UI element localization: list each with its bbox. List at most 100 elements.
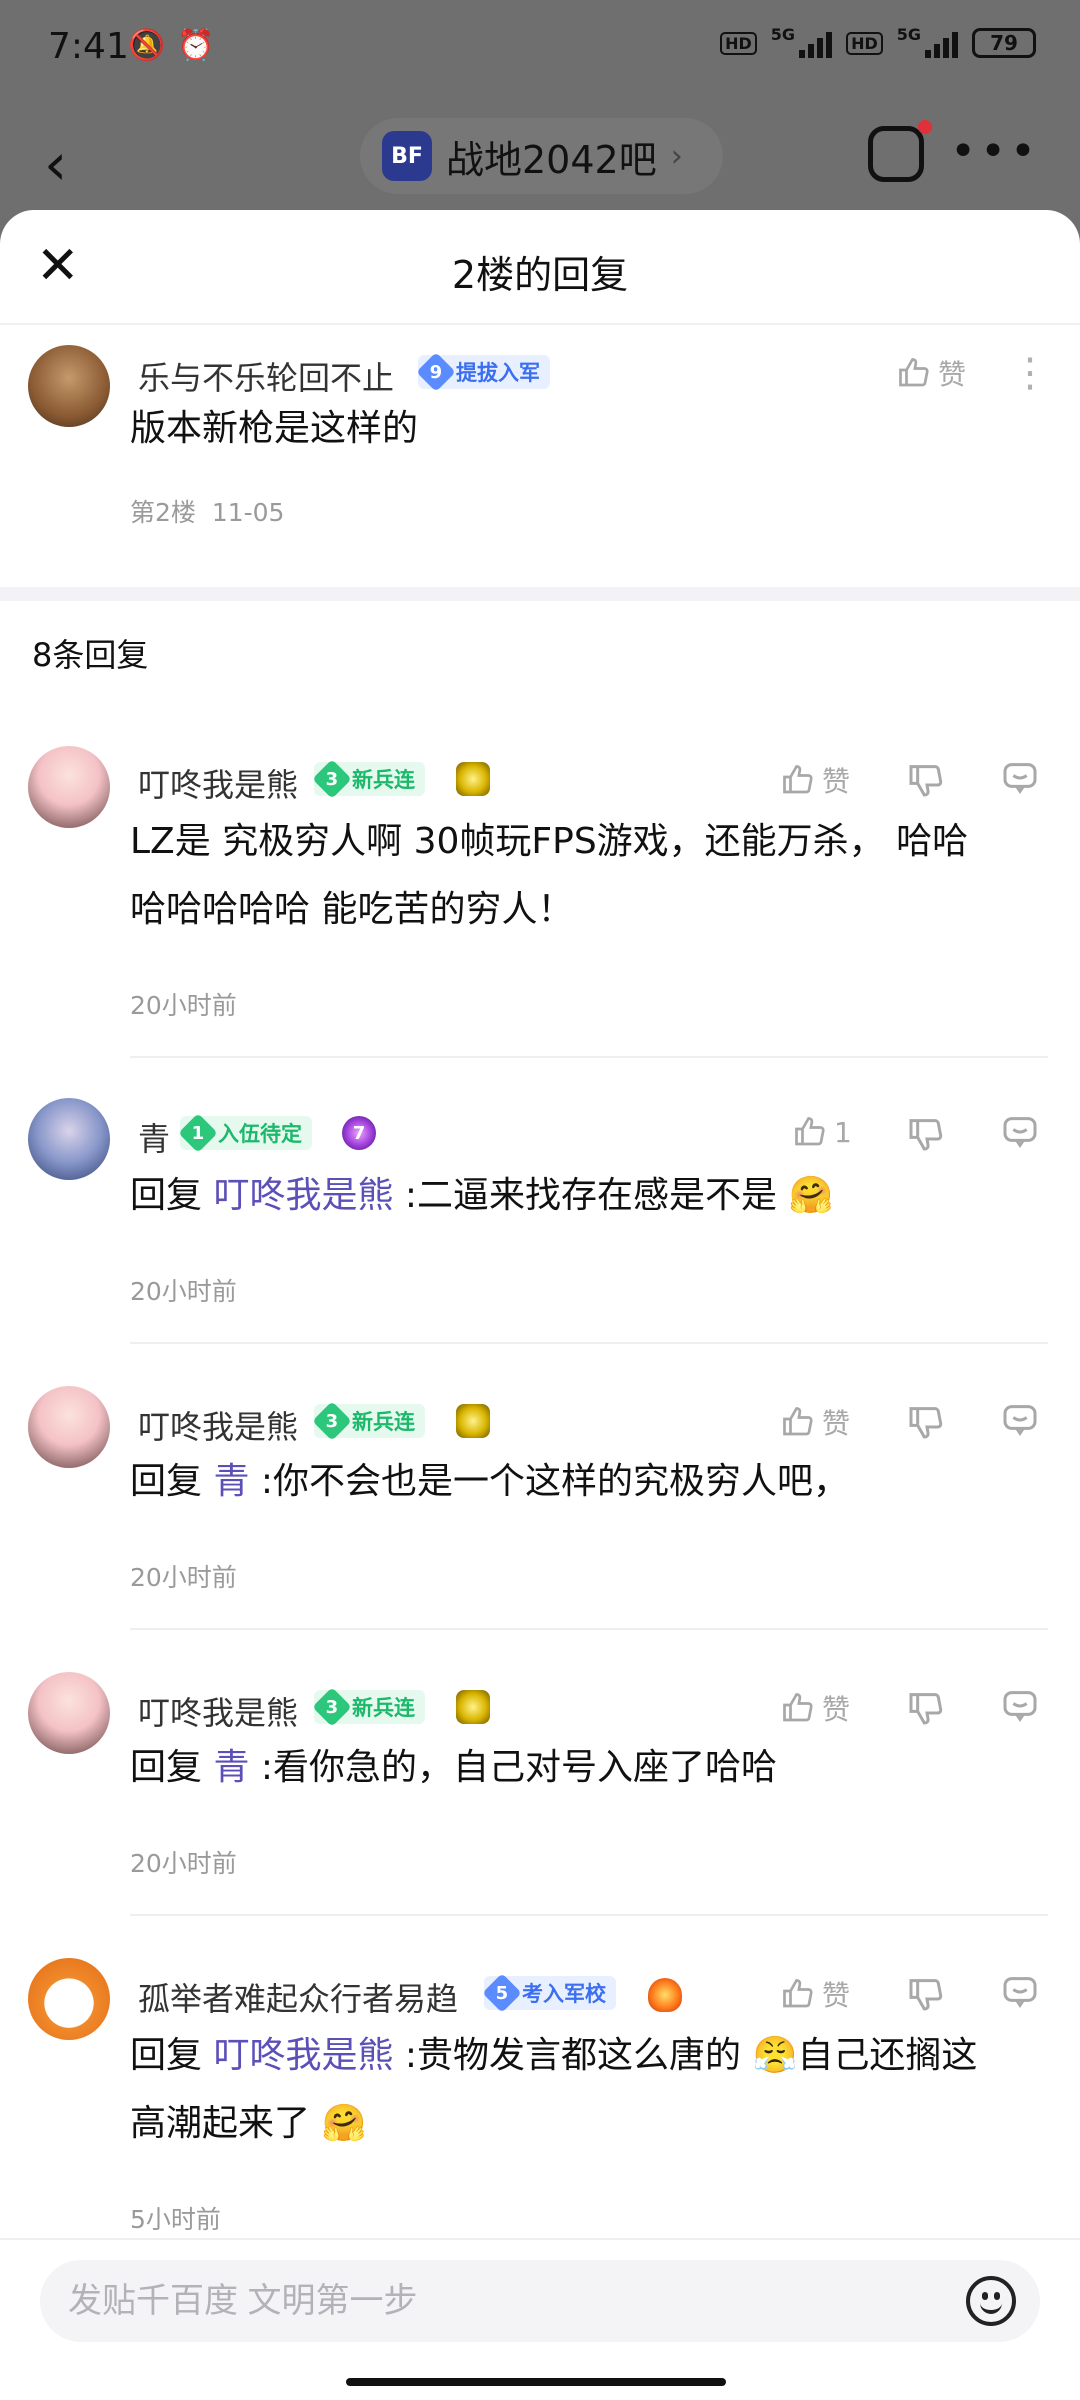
- level-badge-title: 提拔入军: [456, 361, 540, 385]
- original-post: 乐与不乐轮回不止 9 提拔入军 赞 ⋮ 版本新枪是这样的 第2楼 11-05: [0, 325, 1080, 587]
- like-button[interactable]: 赞: [780, 1688, 850, 1728]
- comment-icon[interactable]: [1000, 1112, 1040, 1152]
- avatar[interactable]: [28, 1958, 110, 2040]
- medal-icon: [456, 1690, 490, 1724]
- signal-icon-2: [925, 28, 958, 58]
- sheet-title: 2楼的回复: [451, 253, 629, 297]
- floor-number: 第2楼: [130, 498, 196, 527]
- like-button[interactable]: 赞: [896, 353, 966, 393]
- thumbs-down-icon[interactable]: [906, 1974, 946, 2014]
- reply-content-line-1: 回复 叮咚我是熊 :贵物发言都这么唐的 😤自己还搁这: [130, 2035, 978, 2076]
- level-badge: 5 考入军校: [482, 1973, 616, 2013]
- avatar[interactable]: [28, 1386, 110, 1468]
- avatar[interactable]: [28, 746, 110, 828]
- comment-icon[interactable]: [1000, 1400, 1040, 1440]
- home-indicator: [346, 2378, 726, 2386]
- divider: [130, 1342, 1048, 1344]
- level-badge: 9 提拔入军: [416, 352, 550, 392]
- network-type-2: 5G: [896, 24, 921, 44]
- level-badge: 3 新兵连: [312, 1687, 425, 1727]
- avatar[interactable]: [28, 1098, 110, 1180]
- thumbs-down-icon[interactable]: [906, 1688, 946, 1728]
- alarm-icon: ⏰: [177, 28, 215, 63]
- compose-icon[interactable]: [868, 126, 924, 182]
- mute-icon: 🔕: [128, 28, 166, 63]
- post-date: 11-05: [211, 498, 285, 527]
- thumbs-down-icon[interactable]: [906, 760, 946, 800]
- reply-time: 20小时前: [130, 1849, 237, 1878]
- notification-dot: [918, 120, 932, 134]
- reply-content: 回复 叮咚我是熊 :二逼来找存在感是不是 🤗: [130, 1175, 834, 1216]
- thumbs-down-icon[interactable]: [906, 1114, 946, 1154]
- forum-name: 战地2042吧: [446, 137, 657, 182]
- reply-sheet: ✕ 2楼的回复 乐与不乐轮回不止 9 提拔入军 赞 ⋮ 版本新枪是这样的 第2楼…: [0, 210, 1080, 2400]
- divider: [130, 1056, 1048, 1058]
- forum-title-pill[interactable]: BF 战地2042吧 ›: [360, 118, 723, 194]
- like-button[interactable]: 1: [792, 1114, 852, 1150]
- status-right: HD 5G HD 5G 79: [720, 24, 1036, 58]
- medal-icon: 7: [342, 1116, 376, 1150]
- username[interactable]: 叮咚我是熊: [138, 760, 298, 806]
- reply-content-line-2: 高潮起来了 🤗: [130, 2103, 367, 2144]
- username[interactable]: 叮咚我是熊: [138, 1688, 298, 1734]
- status-left-icons: 🔕 ⏰: [128, 28, 215, 63]
- more-icon[interactable]: •••: [950, 126, 1040, 177]
- comment-icon[interactable]: [1000, 758, 1040, 798]
- reply-time: 20小时前: [130, 1277, 237, 1306]
- thumbs-up-icon: [780, 1404, 816, 1440]
- status-bar: 7:41 🔕 ⏰ HD 5G HD 5G 79: [0, 0, 1080, 100]
- avatar[interactable]: [28, 345, 110, 427]
- hd-icon: HD: [720, 31, 757, 55]
- status-time: 7:41: [48, 26, 129, 67]
- like-button[interactable]: 赞: [780, 760, 850, 800]
- level-badge: 3 新兵连: [312, 759, 425, 799]
- back-arrow-icon[interactable]: ‹: [44, 130, 67, 198]
- medal-icon: [648, 1978, 682, 2012]
- like-button[interactable]: 赞: [780, 1402, 850, 1442]
- reply-time: 5小时前: [130, 2205, 221, 2234]
- emoji-icon[interactable]: [966, 2276, 1016, 2326]
- mention-link[interactable]: 叮咚我是熊: [213, 1175, 393, 1216]
- thumbs-up-icon: [780, 1690, 816, 1726]
- username[interactable]: 青: [138, 1114, 170, 1160]
- thumbs-up-icon: [792, 1114, 828, 1150]
- like-button[interactable]: 赞: [780, 1974, 850, 2014]
- post-content: 版本新枪是这样的: [130, 408, 419, 449]
- more-vertical-icon[interactable]: ⋮: [1010, 353, 1050, 393]
- avatar[interactable]: [28, 1672, 110, 1754]
- mention-link[interactable]: 青: [213, 1461, 249, 1502]
- reply-input-bar: [0, 2238, 1080, 2400]
- medal-icon: [456, 1404, 490, 1438]
- section-separator: [0, 587, 1080, 601]
- reply-input[interactable]: [68, 2260, 948, 2342]
- reply-content: 回复 青 :你不会也是一个这样的究极穷人吧，: [130, 1461, 850, 1502]
- username[interactable]: 孤举者难起众行者易趋: [138, 1974, 458, 2020]
- like-count: 1: [834, 1115, 852, 1149]
- thumbs-down-icon[interactable]: [906, 1402, 946, 1442]
- network-type-1: 5G: [770, 24, 796, 44]
- reply-input-container: [40, 2260, 1040, 2342]
- divider: [130, 1914, 1048, 1916]
- level-badge: 1 入伍待定: [178, 1113, 312, 1153]
- mention-link[interactable]: 叮咚我是熊: [213, 2035, 393, 2076]
- thumbs-up-icon: [780, 762, 816, 798]
- reply-content-line-2: 哈哈哈哈哈 能吃苦的穷人！: [130, 889, 574, 930]
- comment-icon[interactable]: [1000, 1972, 1040, 2012]
- post-meta: 第2楼 11-05: [130, 493, 284, 529]
- hug-emoji: 🤗: [321, 2103, 367, 2144]
- forum-logo: BF: [382, 131, 432, 181]
- username[interactable]: 乐与不乐轮回不止: [138, 353, 394, 399]
- thumbs-up-icon: [896, 355, 932, 391]
- reply-time: 20小时前: [130, 991, 237, 1020]
- reply-time: 20小时前: [130, 1563, 237, 1592]
- username[interactable]: 叮咚我是熊: [138, 1402, 298, 1448]
- hug-emoji: 🤗: [788, 1175, 834, 1216]
- mention-link[interactable]: 青: [213, 1747, 249, 1788]
- comment-icon[interactable]: [1000, 1686, 1040, 1726]
- reply-content: 回复 青 :看你急的，自己对号入座了哈哈: [130, 1747, 778, 1788]
- like-label: 赞: [938, 358, 967, 391]
- reply-content-line-1: LZ是 究极穷人啊 30帧玩FPS游戏，还能万杀， 哈哈: [130, 821, 969, 862]
- forum-top-nav: ‹ BF 战地2042吧 › •••: [0, 100, 1080, 210]
- hd-icon-2: HD: [846, 31, 883, 55]
- level-badge: 3 新兵连: [312, 1401, 425, 1441]
